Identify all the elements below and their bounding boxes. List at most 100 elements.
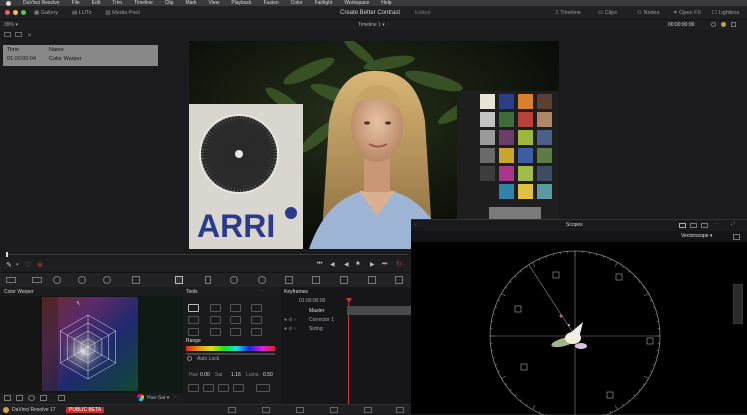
luma-value[interactable]: 0.50 [263, 372, 273, 378]
color-warper-tab-icon[interactable] [175, 276, 183, 284]
clips-toggle[interactable]: ▭ Clips [598, 10, 617, 16]
minimize-window-button[interactable] [13, 10, 18, 15]
sat-value[interactable]: 1.16 [231, 372, 241, 378]
tool-button-6[interactable] [210, 316, 221, 324]
split-icon[interactable] [15, 32, 22, 37]
row-toggle-icon[interactable]: ● ⊘ › [284, 317, 296, 323]
previous-clip-icon[interactable]: ⏮ [317, 261, 322, 268]
lock-icon[interactable] [40, 395, 47, 401]
gallery-button[interactable]: ▦ Gallery [34, 10, 58, 16]
pointer-tool-icon[interactable]: ✎ [6, 261, 12, 269]
tools-options-icon[interactable]: ··· [259, 288, 264, 294]
warp-options-icon[interactable]: ··· [173, 394, 178, 400]
deliver-page-icon[interactable] [396, 407, 404, 413]
tool-button-3[interactable] [230, 304, 241, 312]
keyframe-row-sizing[interactable]: Sizing [309, 326, 323, 332]
luts-button[interactable]: ▤ LUTs [72, 10, 91, 16]
bypass-icon[interactable] [711, 22, 716, 27]
color-match-icon[interactable] [32, 277, 42, 283]
color-page-icon[interactable] [364, 407, 372, 413]
rgb-mixer-icon[interactable] [78, 276, 86, 284]
play-icon[interactable]: ▶ [370, 261, 375, 268]
action-button-1[interactable] [188, 384, 199, 392]
edit-page-icon[interactable] [296, 407, 304, 413]
select-tool-button[interactable] [188, 304, 199, 312]
tool-button-5[interactable] [188, 316, 199, 324]
picker-icon[interactable] [58, 395, 65, 401]
timeline-selector[interactable]: Timeline 1 ▾ [358, 22, 385, 28]
color-wheels-icon[interactable] [53, 276, 61, 284]
media-page-icon[interactable] [228, 407, 236, 413]
stop-icon[interactable]: ■ [356, 261, 360, 267]
scopes-scrollbar[interactable] [733, 284, 743, 324]
action-button-2[interactable] [203, 384, 214, 392]
action-button-4[interactable] [233, 384, 244, 392]
warp-mode-dropdown[interactable]: Hue-Sat ▾ [147, 395, 169, 401]
loop-playback-icon[interactable]: ↻ [396, 260, 402, 268]
nodes-toggle[interactable]: ⚇ Nodes [637, 10, 659, 16]
fusion-page-icon[interactable] [330, 407, 338, 413]
lightbox-toggle[interactable]: ☐ Lightbox [712, 10, 739, 16]
hue-sat-mode-icon[interactable] [137, 394, 144, 401]
range-slider[interactable] [186, 353, 275, 355]
3d-icon[interactable] [395, 276, 403, 284]
close-icon[interactable]: ✕ [27, 32, 32, 39]
curves-icon[interactable] [132, 276, 140, 284]
dual-view-icon[interactable] [690, 223, 697, 228]
blur-icon[interactable] [312, 276, 320, 284]
timeline-toggle[interactable]: ⎍ Timeline [555, 10, 581, 17]
row-toggle-icon[interactable]: ● ⊘ › [284, 326, 296, 332]
options-icon[interactable] [731, 22, 736, 27]
auto-lock-toggle[interactable] [187, 356, 192, 361]
grid-icon[interactable] [4, 395, 11, 401]
quad-view-icon[interactable] [701, 223, 708, 228]
keyframe-playhead-marker[interactable] [346, 298, 352, 303]
qualifier-icon[interactable] [205, 276, 211, 284]
keyframe-row-master[interactable]: Master [309, 308, 324, 314]
collapse-icon[interactable]: ‹ [415, 222, 417, 228]
reverse-icon[interactable]: ◀ [344, 261, 349, 268]
camera-raw-icon[interactable] [6, 277, 16, 283]
single-view-icon[interactable] [679, 223, 686, 228]
warp-grid[interactable] [42, 297, 138, 391]
loop-icon[interactable]: ♡ [25, 261, 31, 269]
tool-button-9[interactable] [188, 328, 199, 336]
viewer-frame[interactable]: ARRI [189, 41, 559, 249]
pin-icon[interactable] [16, 395, 23, 401]
key-icon[interactable] [340, 276, 348, 284]
scrub-bar[interactable] [0, 250, 411, 258]
open-fx-toggle[interactable]: ✦ Open FX [673, 10, 701, 16]
hue-value[interactable]: 0.00 [200, 372, 210, 378]
expand-icon[interactable]: ⤢ [731, 221, 735, 227]
tool-button-12[interactable] [251, 328, 262, 336]
media-pool-button[interactable]: ▥ Media Pool [105, 10, 139, 16]
apple-icon[interactable] [6, 1, 11, 6]
highlight-icon[interactable] [721, 22, 726, 27]
more-options-icon[interactable]: ··· [714, 221, 719, 227]
tool-button-8[interactable] [251, 316, 262, 324]
tool-button-11[interactable] [230, 328, 241, 336]
color-icon[interactable] [28, 395, 35, 401]
tool-dropdown-icon[interactable]: ▾ [16, 262, 19, 268]
cut-page-icon[interactable] [262, 407, 270, 413]
action-button-3[interactable] [218, 384, 229, 392]
sizing-icon[interactable] [368, 276, 376, 284]
step-back-icon[interactable]: ◀ [330, 261, 335, 268]
window-icon[interactable] [230, 276, 238, 284]
zoom-dropdown[interactable]: 39% ▾ [4, 22, 18, 28]
record-icon[interactable]: ⊗ [37, 261, 43, 269]
motion-effects-icon[interactable] [103, 276, 111, 284]
tool-button-4[interactable] [251, 304, 262, 312]
tool-button-7[interactable] [230, 316, 241, 324]
reset-button[interactable] [256, 384, 270, 392]
scope-type-dropdown[interactable]: Vectorscope ▾ [681, 233, 712, 239]
tracker-icon[interactable] [258, 276, 266, 284]
hue-range-bar[interactable] [186, 346, 275, 351]
zoom-window-button[interactable] [21, 10, 26, 15]
keyframe-row-corrector[interactable]: Corrector 1 [309, 317, 334, 323]
scope-settings-icon[interactable] [733, 234, 740, 240]
viewer-mode-icon[interactable] [4, 32, 11, 37]
tool-button-2[interactable] [210, 304, 221, 312]
next-clip-icon[interactable]: ⏭ [382, 261, 387, 268]
close-window-button[interactable] [5, 10, 10, 15]
